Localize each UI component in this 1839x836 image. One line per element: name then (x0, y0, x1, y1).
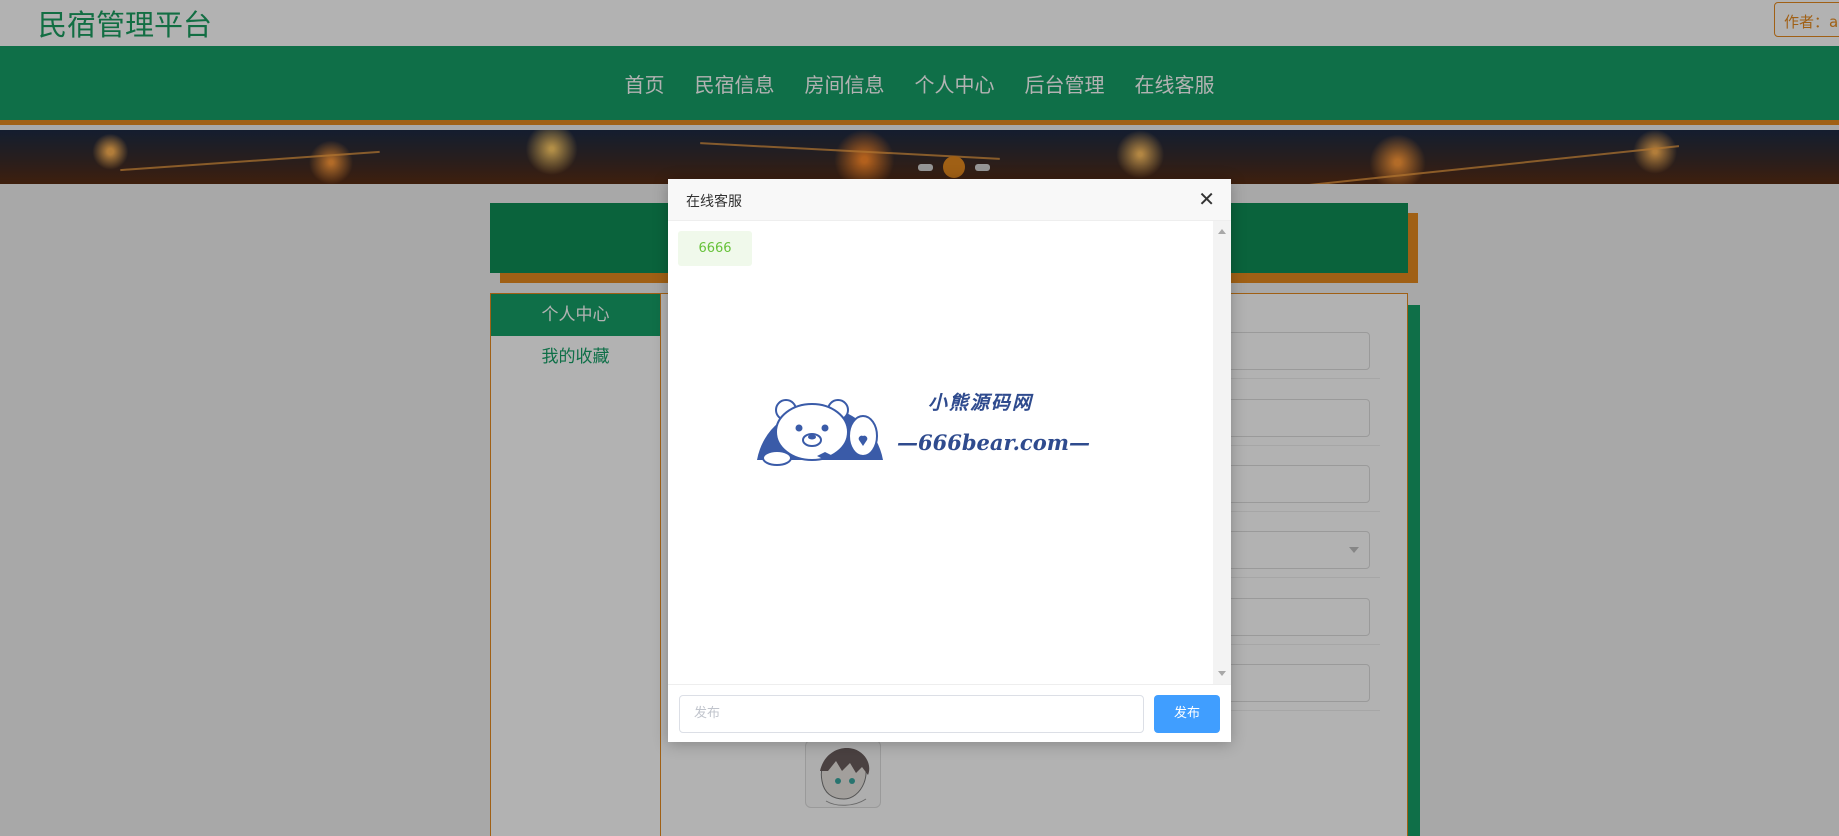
dialog-title: 在线客服 (686, 194, 742, 210)
watermark-en-text: —666bear.com— (897, 430, 1090, 455)
watermark-logo: 小熊源码网 —666bear.com— (755, 380, 1090, 466)
chat-scrollbar[interactable] (1213, 221, 1231, 684)
watermark-cn-text: 小熊源码网 (928, 392, 1034, 414)
bear-logo-icon (757, 399, 883, 466)
message-input[interactable]: 发布 (679, 695, 1144, 733)
dialog-header: 在线客服 ✕ (668, 179, 1231, 221)
close-icon[interactable]: ✕ (1198, 187, 1215, 211)
scroll-up-icon[interactable] (1218, 229, 1226, 234)
chat-message: 6666 (678, 231, 752, 266)
send-button[interactable]: 发布 (1154, 695, 1220, 733)
scroll-down-icon[interactable] (1218, 671, 1226, 676)
dialog-footer: 发布 发布 (668, 684, 1231, 742)
